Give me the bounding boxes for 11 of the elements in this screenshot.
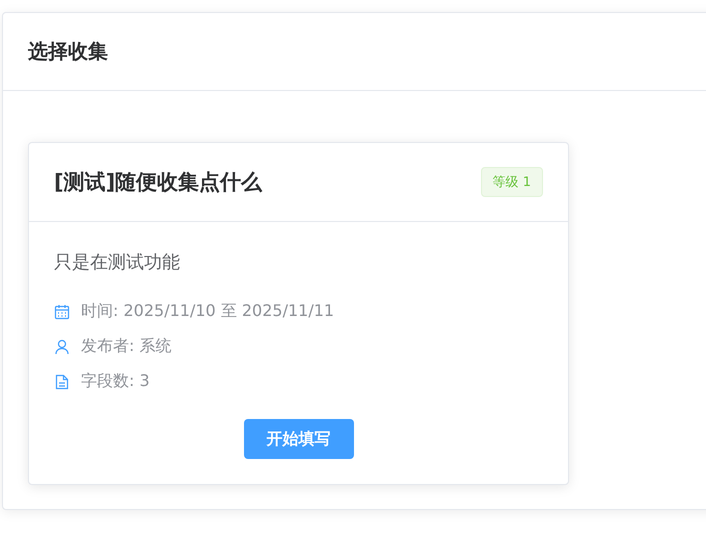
card-description: 只是在测试功能	[54, 251, 181, 274]
panel-title: 选择收集	[28, 38, 108, 65]
start-button[interactable]: 开始填写	[244, 419, 354, 459]
document-icon	[54, 374, 70, 390]
meta-text: 字段数: 3	[81, 371, 150, 392]
meta-text: 时间: 2025/11/10 至 2025/11/11	[81, 301, 334, 322]
level-tag: 等级 1	[480, 167, 543, 197]
calendar-icon	[54, 304, 70, 320]
card-title: [测试]随便收集点什么	[54, 169, 262, 196]
user-icon	[54, 338, 70, 354]
meta-text: 发布者: 系统	[81, 336, 172, 357]
